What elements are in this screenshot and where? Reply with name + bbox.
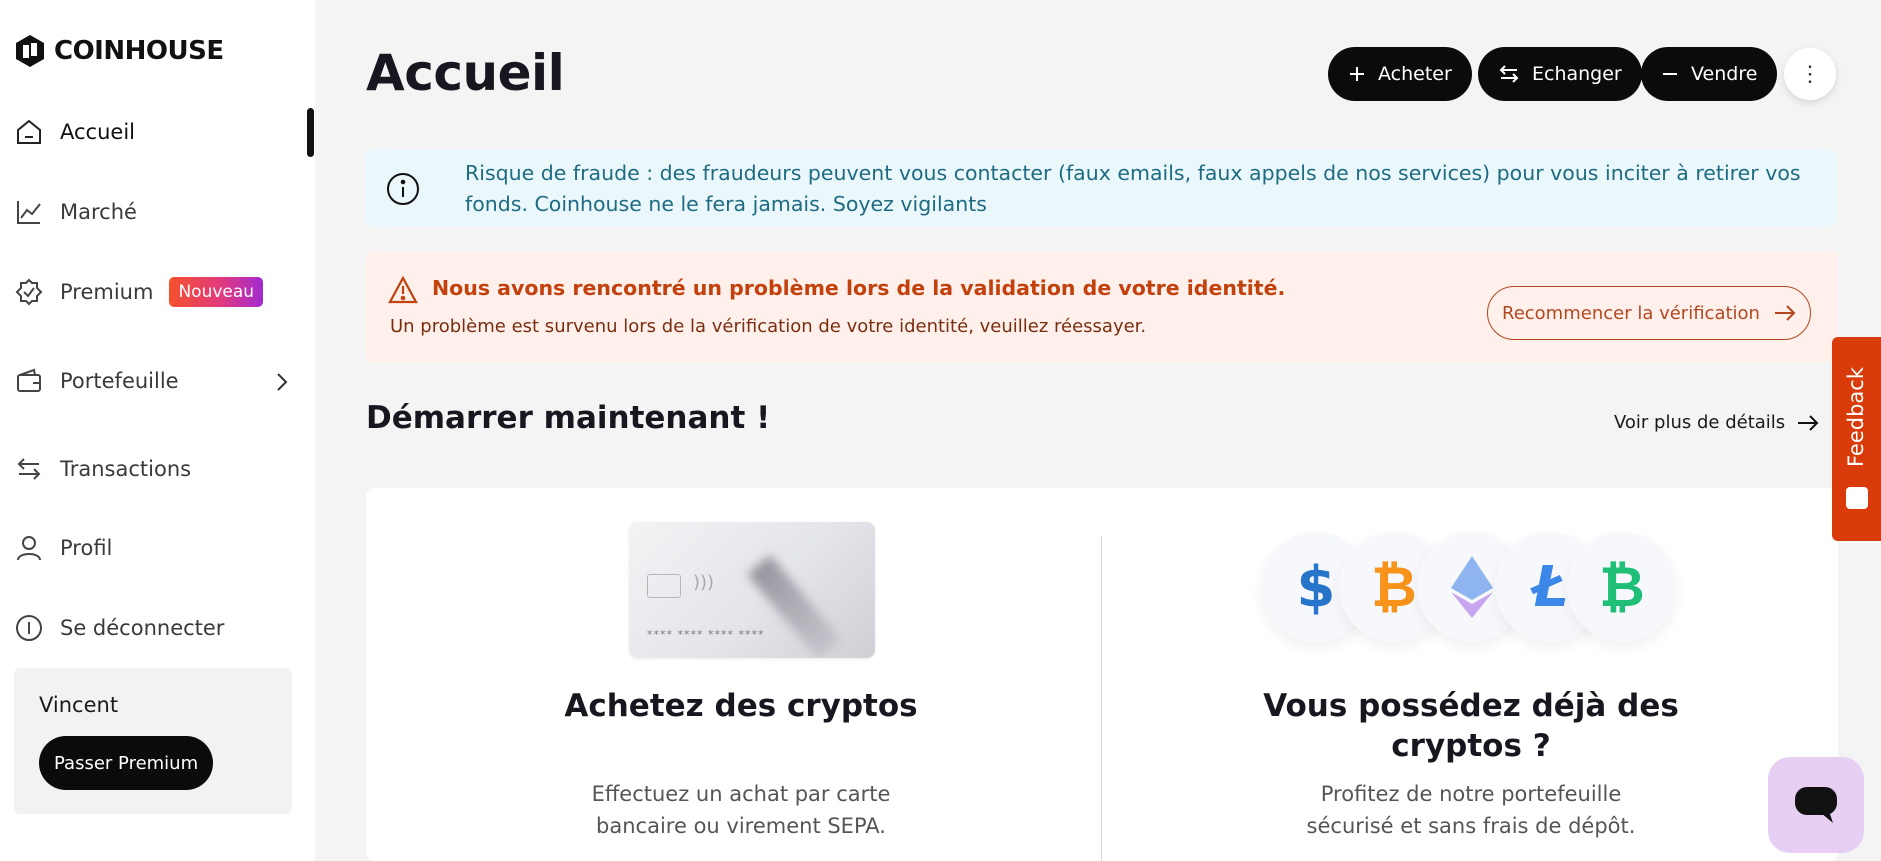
sidebar-item-label: Transactions [60,457,192,481]
user-icon [14,533,44,563]
sidebar-item-label: Portefeuille [60,369,179,393]
sidebar-item-label: Se déconnecter [60,616,225,640]
sidebar-item-logout[interactable]: Se déconnecter [14,608,224,648]
user-name: Vincent [39,693,119,717]
buy-button[interactable]: Acheter [1328,47,1472,101]
bitcoin-cash-coin-icon: ₿ [1567,532,1677,642]
info-icon [387,173,419,205]
sell-button[interactable]: Vendre [1641,47,1778,101]
chart-line-icon [14,197,44,227]
smile-icon [1846,487,1868,509]
own-crypto-title: Vous possédez déjà des cryptos ? [1263,688,1679,764]
divider [1101,536,1102,861]
power-icon [14,613,44,643]
bank-card-illustration: ))) **** **** **** **** [629,522,875,658]
brand-name: COINHOUSE [54,36,224,66]
buy-crypto-description: Effectuez un achat par carte bancaire ou… [591,782,891,838]
sidebar-item-label: Marché [60,200,137,224]
chevron-right-icon[interactable] [272,370,292,394]
start-cards: ))) **** **** **** **** Achetez des cryp… [366,488,1838,861]
feedback-label: Feedback [1844,367,1868,468]
card-number: **** **** **** **** [647,628,765,641]
identity-warning-title: Nous avons rencontré un problème lors de… [432,276,1286,300]
minus-icon [1663,73,1677,75]
sidebar-item-portefeuille[interactable]: Portefeuille [14,361,179,401]
chat-button[interactable] [1768,757,1864,853]
badge-check-icon [14,277,44,307]
more-vertical-icon: ⋮ [1799,61,1821,86]
see-more-details-label: Voir plus de détails [1614,412,1786,433]
more-options-button[interactable]: ⋮ [1784,48,1836,100]
coinhouse-logo-icon [16,35,44,67]
sidebar-item-label: Accueil [60,120,135,144]
section-title: Démarrer maintenant ! [366,400,771,436]
feedback-tab[interactable]: Feedback [1832,337,1881,541]
sidebar-item-premium[interactable]: Premium Nouveau [14,272,264,312]
sidebar: COINHOUSE Accueil Marché Premium Nouveau… [0,0,315,861]
fraud-alert-banner: Risque de fraude : des fraudeurs peuvent… [366,150,1838,226]
arrow-right-icon [1774,305,1796,321]
home-icon [14,117,44,147]
user-card: Vincent Passer Premium [14,668,292,814]
sidebar-item-marche[interactable]: Marché [14,192,137,232]
exchange-button[interactable]: Echanger [1478,47,1642,101]
sidebar-item-label: Premium [60,280,154,304]
crypto-coins-illustration: $ ₿ Ł ₿ [1261,532,1681,644]
wallet-icon [14,366,44,396]
plus-icon [1350,67,1364,81]
exchange-button-label: Echanger [1532,63,1622,85]
new-badge: Nouveau [169,277,264,307]
upgrade-premium-button[interactable]: Passer Premium [39,736,214,790]
warning-triangle-icon [388,276,418,304]
arrow-right-icon [1798,414,1819,431]
card-chip-icon [647,574,681,598]
page-title: Accueil [366,44,565,102]
fraud-alert-text: Risque de fraude : des fraudeurs peuvent… [465,161,1801,216]
sidebar-item-transactions[interactable]: Transactions [14,449,191,489]
restart-verification-label: Recommencer la vérification [1502,302,1760,324]
buy-button-label: Acheter [1378,63,1452,85]
restart-verification-button[interactable]: Recommencer la vérification [1487,286,1811,340]
sidebar-item-accueil[interactable]: Accueil [14,112,135,152]
arrows-swap-icon [14,454,44,484]
see-more-details-link[interactable]: Voir plus de détails [1614,412,1819,433]
logo[interactable]: COINHOUSE [14,34,224,68]
identity-warning-banner: Nous avons rencontré un problème lors de… [366,252,1838,362]
chat-bubble-icon [1795,787,1837,823]
contactless-icon: ))) [693,572,715,593]
sidebar-item-profil[interactable]: Profil [14,528,112,568]
sell-button-label: Vendre [1691,63,1758,85]
active-indicator [307,108,314,157]
identity-warning-message: Un problème est survenu lors de la vérif… [390,316,1147,337]
own-crypto-description: Profitez de notre portefeuille sécurisé … [1306,782,1636,838]
sidebar-item-label: Profil [60,536,113,560]
buy-crypto-title: Achetez des cryptos [564,688,918,724]
arrows-swap-icon [1499,65,1519,83]
